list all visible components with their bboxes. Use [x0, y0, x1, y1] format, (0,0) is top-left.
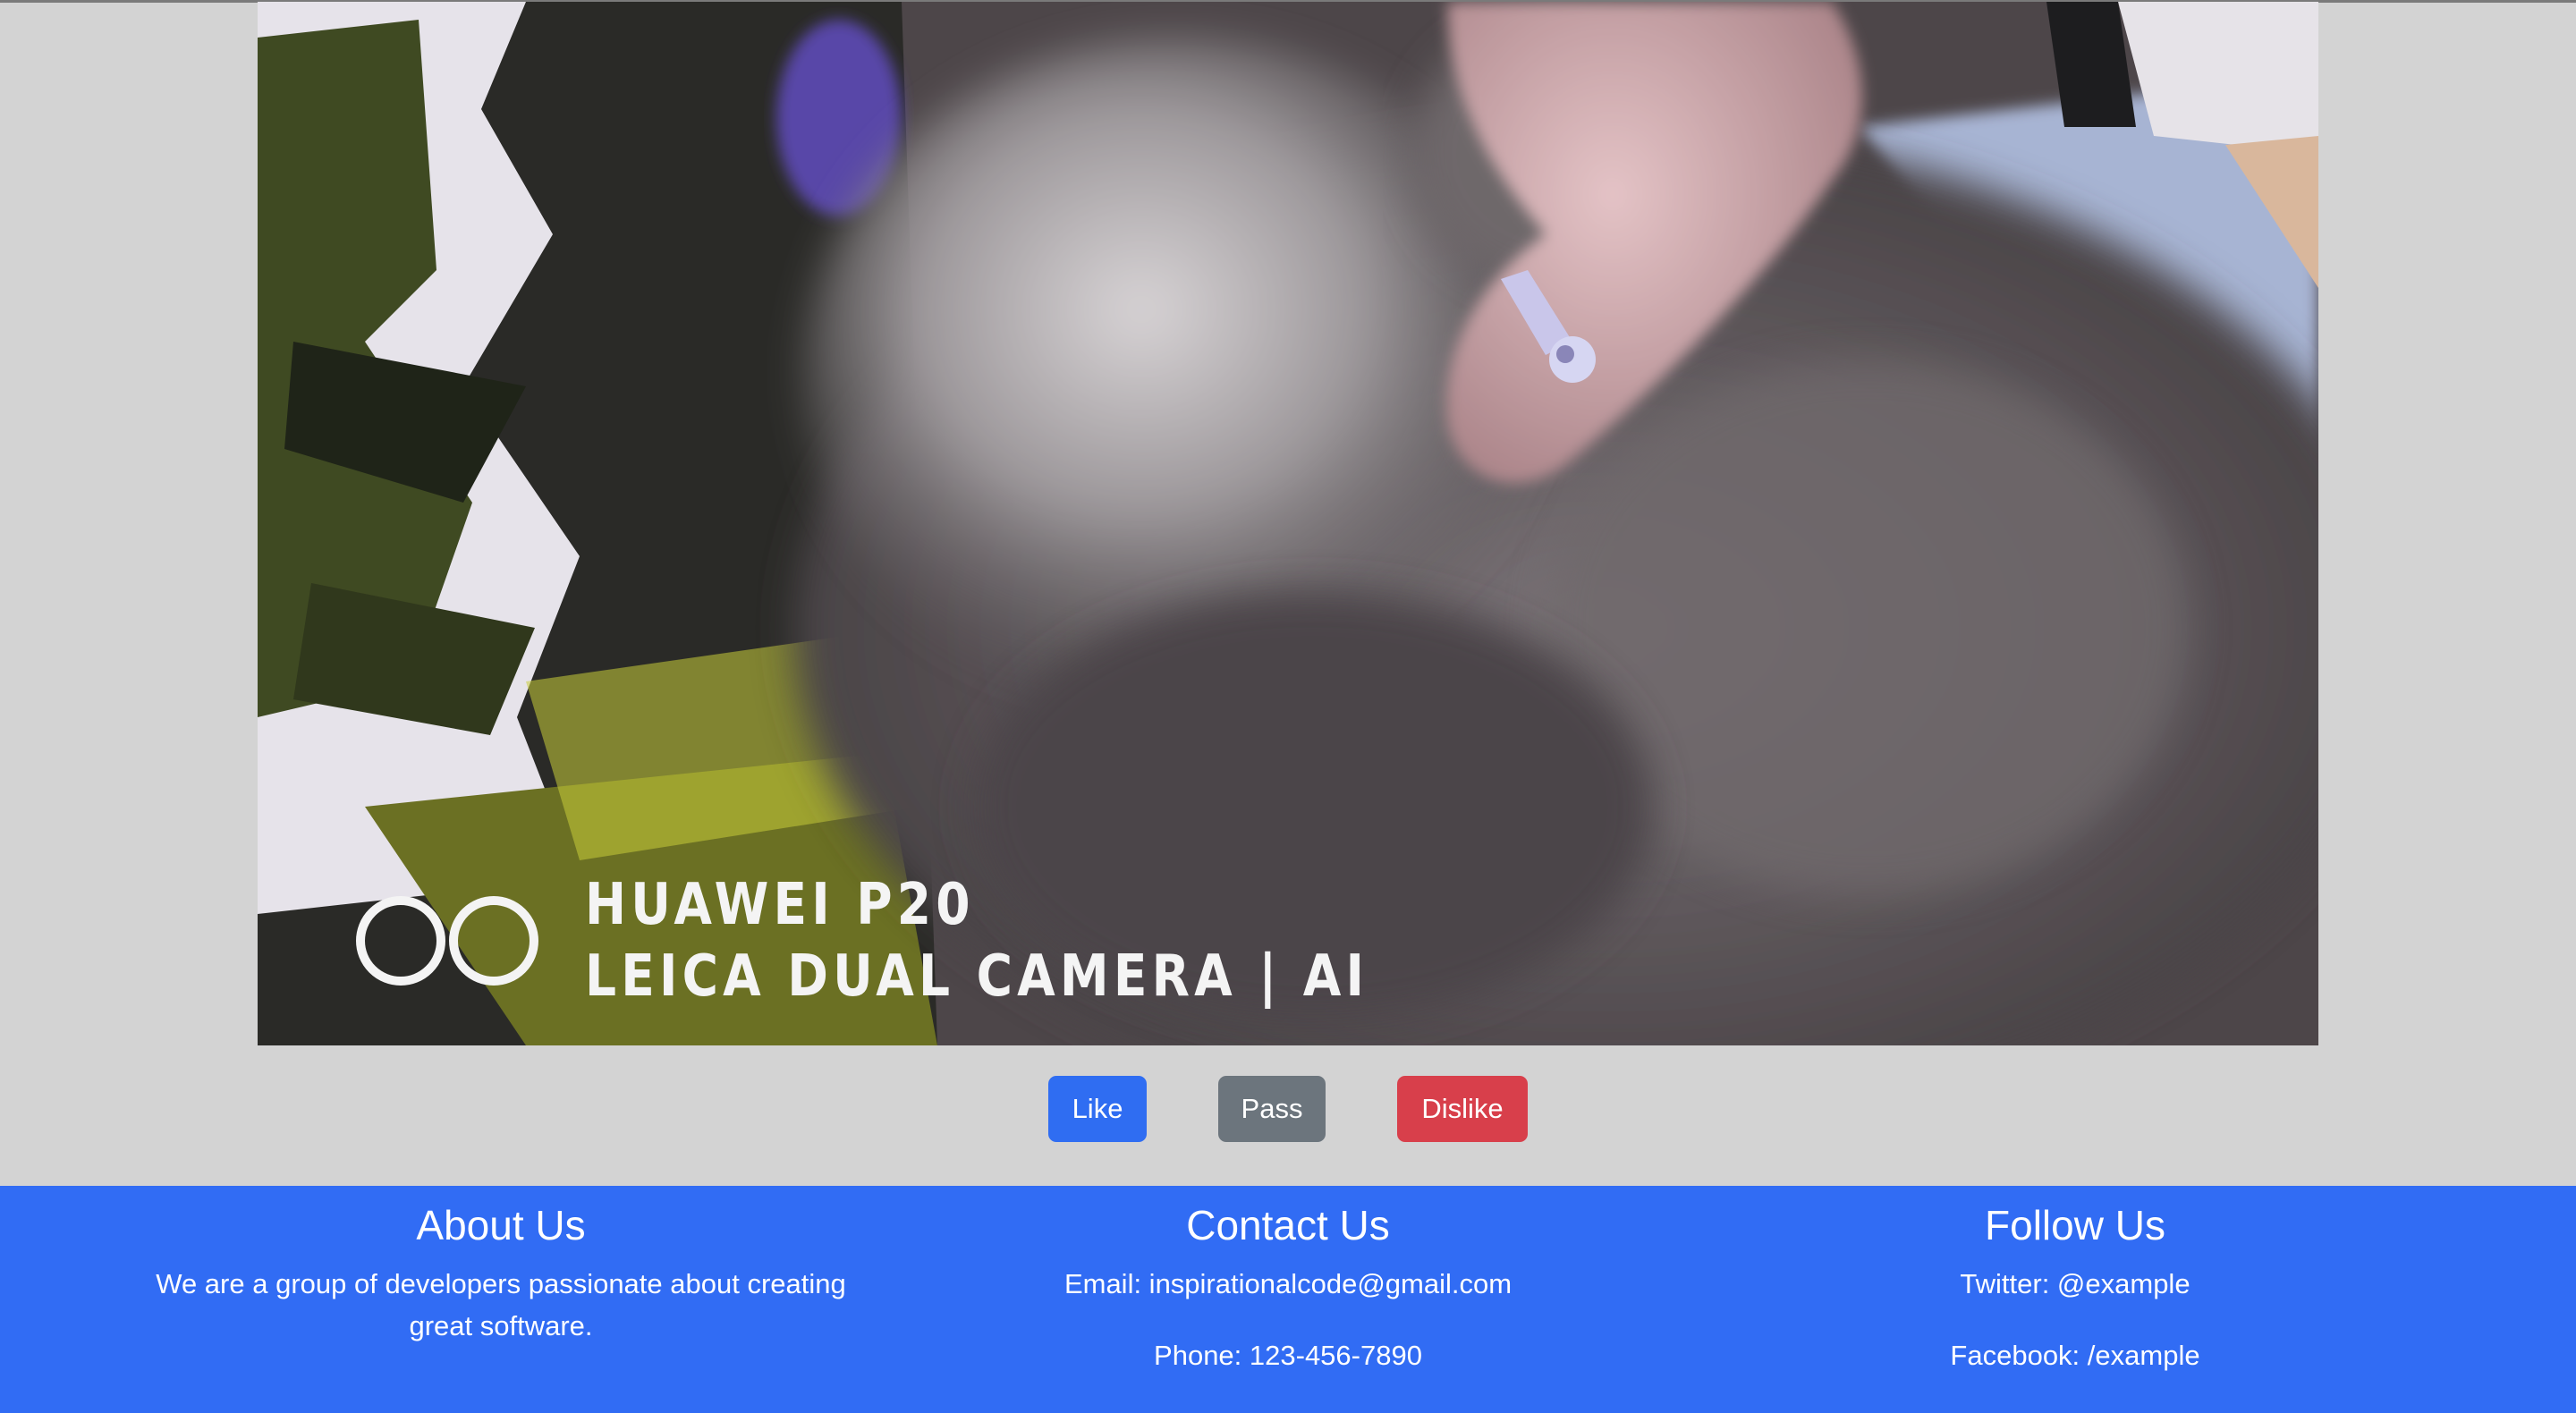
- contact-email: Email: inspirationalcode@gmail.com: [1063, 1268, 1513, 1299]
- footer-about: About Us We are a group of developers pa…: [134, 1186, 868, 1376]
- contact-title: Contact Us: [1186, 1202, 1390, 1248]
- contact-phone: Phone: 123-456-7890: [1154, 1340, 1422, 1371]
- footer-contact: Contact Us Email: inspirationalcode@gmai…: [923, 1186, 1653, 1406]
- footer-follow: Follow Us Twitter: @example Facebook: /e…: [1708, 1186, 2442, 1406]
- pass-button[interactable]: Pass: [1218, 1076, 1326, 1142]
- follow-facebook: Facebook: /example: [1950, 1340, 2200, 1371]
- about-text: We are a group of developers passionate …: [156, 1268, 846, 1341]
- cat-photo: HUAWEI P20 LEICA DUAL CAMERA | AI: [258, 2, 2318, 1045]
- dual-lens-icon: [356, 896, 542, 986]
- watermark-camera: LEICA DUAL CAMERA | AI: [585, 943, 1369, 1010]
- like-button[interactable]: Like: [1048, 1076, 1147, 1142]
- site-footer: About Us We are a group of developers pa…: [0, 1186, 2576, 1413]
- watermark-model: HUAWEI P20: [585, 872, 975, 938]
- follow-title: Follow Us: [1985, 1202, 2165, 1248]
- vote-actions: Like Pass Dislike: [0, 1076, 2576, 1142]
- about-title: About Us: [416, 1202, 586, 1248]
- dislike-button[interactable]: Dislike: [1397, 1076, 1528, 1142]
- follow-twitter: Twitter: @example: [1960, 1268, 2190, 1299]
- camera-watermark: HUAWEI P20 LEICA DUAL CAMERA | AI: [356, 869, 1496, 1012]
